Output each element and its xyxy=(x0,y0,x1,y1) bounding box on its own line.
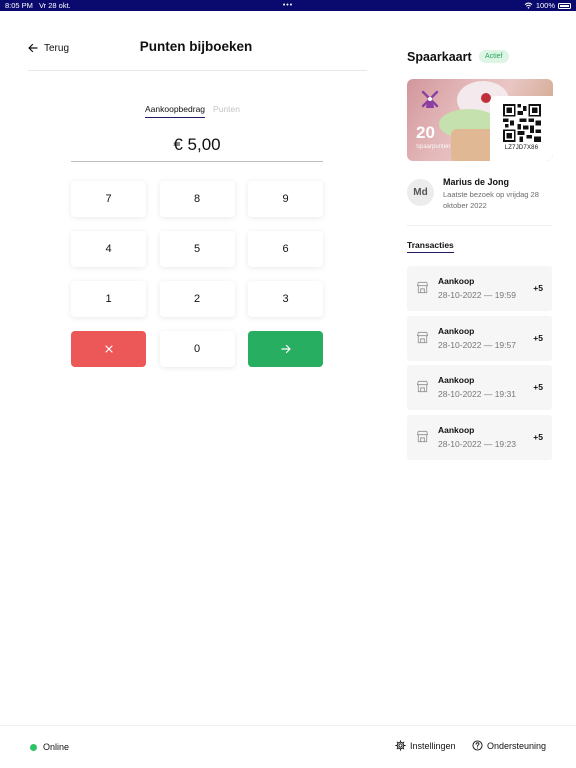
key-2[interactable]: 2 xyxy=(159,281,235,317)
confirm-button[interactable] xyxy=(248,331,323,367)
battery-icon xyxy=(558,2,571,9)
back-button[interactable]: Terug xyxy=(28,40,69,56)
numeric-keypad: 7 8 9 4 5 6 1 2 3 0 xyxy=(71,181,323,367)
connection-status: Online xyxy=(30,742,69,752)
page-title: Punten bijboeken xyxy=(139,39,253,54)
close-icon xyxy=(104,345,113,353)
transaction-row[interactable]: Aankoop 28-10-2022 — 19:31 +5 xyxy=(407,365,552,410)
transaction-date: 28-10-2022 — 19:57 xyxy=(438,339,516,350)
tab-points[interactable]: Punten xyxy=(213,104,240,118)
key-0[interactable]: 0 xyxy=(159,331,235,367)
card-points: 20 xyxy=(416,123,435,142)
key-9[interactable]: 9 xyxy=(248,181,323,217)
key-7[interactable]: 7 xyxy=(71,181,146,217)
key-4[interactable]: 4 xyxy=(71,231,146,267)
support-button[interactable]: Ondersteuning xyxy=(472,740,546,751)
transaction-date: 28-10-2022 — 19:23 xyxy=(438,438,516,449)
key-8[interactable]: 8 xyxy=(159,181,235,217)
amount-display: € 5,00 xyxy=(71,135,323,162)
qr-panel: LZ7JD7X86 xyxy=(490,96,553,161)
customer-last-visit: Laatste bezoek op vrijdag 28 oktober 202… xyxy=(443,190,539,210)
loyalty-card-title: Spaarkaart xyxy=(407,50,472,64)
loyalty-card[interactable]: 20 Spaarpunten LZ7JD7X86 xyxy=(407,79,553,161)
status-badge: Actief xyxy=(479,50,509,63)
settings-button[interactable]: Instellingen xyxy=(395,740,456,751)
status-time: 8:05 PM xyxy=(5,1,33,10)
header-divider xyxy=(28,70,367,71)
transaction-row[interactable]: Aankoop 28-10-2022 — 19:59 +5 xyxy=(407,266,552,311)
customer-name: Marius de Jong xyxy=(443,177,510,187)
entry-mode-tabs: Aankoopbedrag Punten xyxy=(145,104,240,118)
key-6[interactable]: 6 xyxy=(248,231,323,267)
transaction-row[interactable]: Aankoop 28-10-2022 — 19:57 +5 xyxy=(407,315,552,361)
avatar: Md xyxy=(407,179,434,206)
transaction-points: +5 xyxy=(533,332,543,343)
tab-purchase-amount[interactable]: Aankoopbedrag xyxy=(145,104,206,118)
battery-percentage: 100% xyxy=(535,1,555,10)
transaction-row[interactable]: Aankoop 28-10-2022 — 19:23 +5 xyxy=(407,414,552,460)
status-date: Vr 28 okt. xyxy=(38,1,71,10)
qr-code-icon xyxy=(502,104,541,142)
arrow-right-icon xyxy=(280,344,291,354)
status-bar: 8:05 PM Vr 28 okt. ••• 100% xyxy=(0,0,576,11)
app-screen: 8:05 PM Vr 28 okt. ••• 100% Terug Punten… xyxy=(0,0,576,768)
panel-divider xyxy=(407,225,552,226)
key-3[interactable]: 3 xyxy=(248,281,323,317)
key-5[interactable]: 5 xyxy=(159,231,235,267)
tab-transactions[interactable]: Transacties xyxy=(407,240,454,253)
wifi-icon xyxy=(524,2,533,9)
back-label: Terug xyxy=(44,42,70,54)
transaction-title: Aankoop xyxy=(438,276,475,286)
transaction-date: 28-10-2022 — 19:31 xyxy=(438,389,516,399)
footer-divider xyxy=(0,725,576,726)
transaction-points: +5 xyxy=(533,431,543,442)
transaction-title: Aankoop xyxy=(438,424,475,435)
transaction-points: +5 xyxy=(533,382,543,392)
card-image-cupcake xyxy=(451,129,495,161)
clear-button[interactable] xyxy=(71,331,146,367)
status-right: 100% xyxy=(524,0,571,11)
transaction-date: 28-10-2022 — 19:59 xyxy=(438,290,516,300)
help-icon xyxy=(472,740,483,751)
connection-status-label: Online xyxy=(43,742,70,752)
arrow-left-icon xyxy=(28,43,38,53)
multitasking-dots[interactable]: ••• xyxy=(283,2,293,9)
online-indicator-icon xyxy=(30,743,37,751)
card-code: LZ7JD7X86 xyxy=(504,145,539,151)
transaction-list: Aankoop 28-10-2022 — 19:59 +5 Aankoop 28… xyxy=(407,266,552,464)
windmill-icon xyxy=(421,90,439,108)
gear-icon xyxy=(395,740,406,751)
key-1[interactable]: 1 xyxy=(71,281,146,317)
store-icon xyxy=(416,380,429,393)
settings-label: Instellingen xyxy=(410,740,456,751)
store-icon xyxy=(416,430,429,442)
transaction-title: Aankoop xyxy=(438,375,475,385)
support-label: Ondersteuning xyxy=(487,740,547,751)
transaction-title: Aankoop xyxy=(438,325,475,336)
transaction-points: +5 xyxy=(533,283,543,293)
card-points-label: Spaarpunten xyxy=(416,144,451,150)
store-icon xyxy=(416,331,429,343)
store-icon xyxy=(416,281,429,294)
